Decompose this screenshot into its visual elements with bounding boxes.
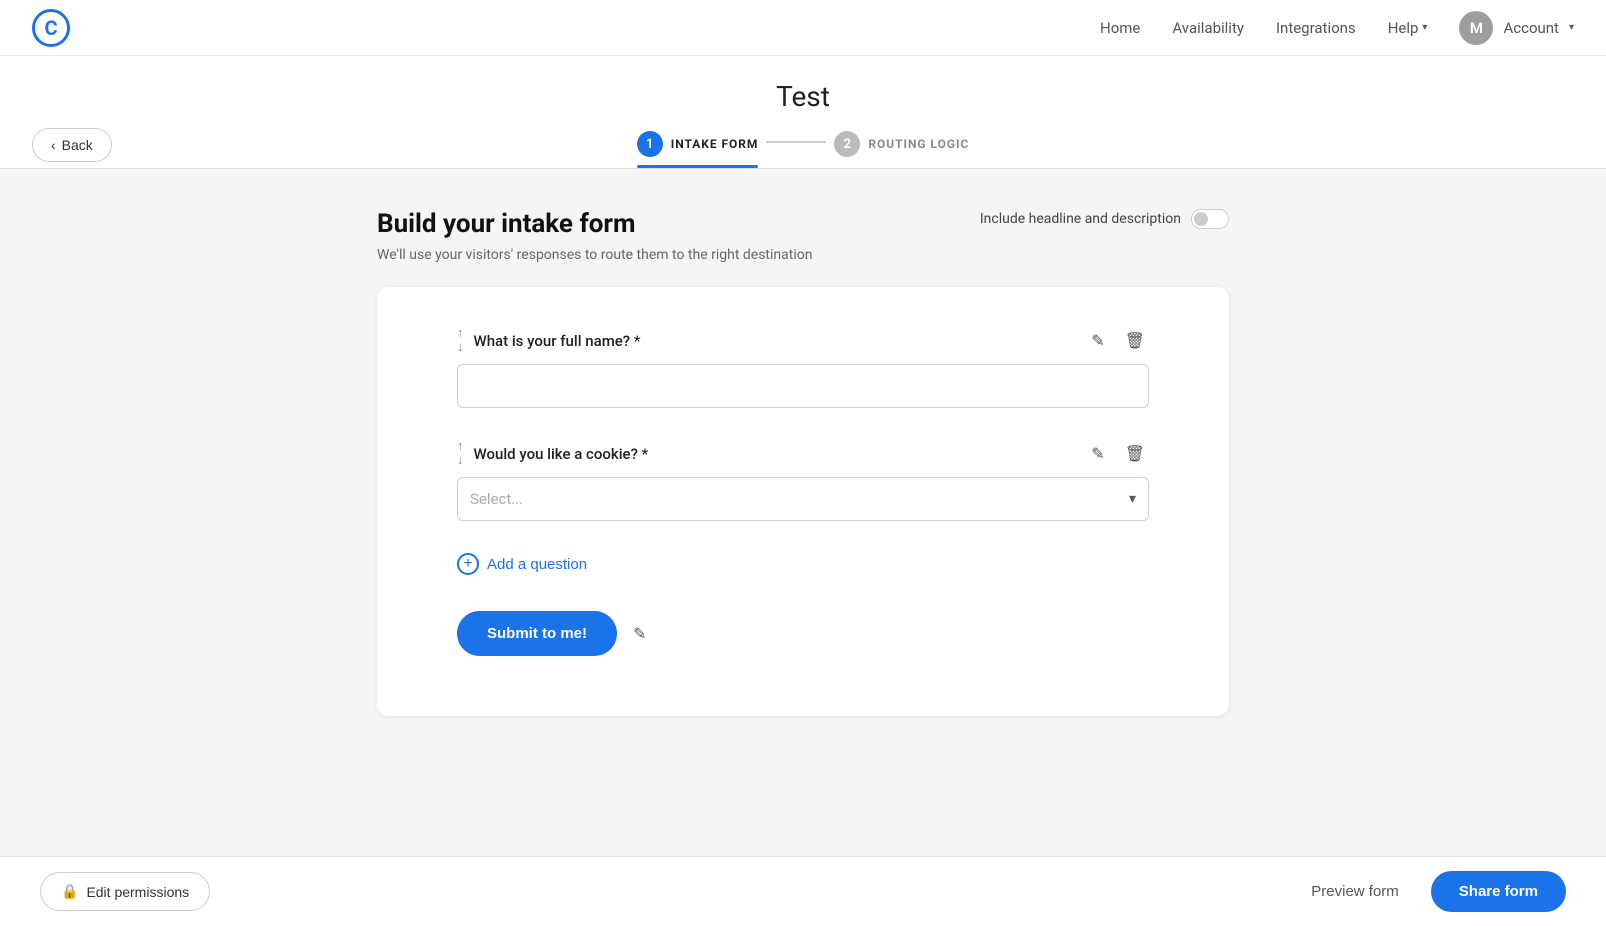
bottom-right-actions: Preview form Share form <box>1295 871 1566 912</box>
delete-question-2-button[interactable]: 🗑 <box>1121 442 1149 466</box>
step-1-underline <box>637 165 759 168</box>
navbar: C Home Availability Integrations Help ▾ … <box>0 0 1606 56</box>
page-title: Test <box>776 80 830 113</box>
step-2[interactable]: 2 ROUTING LOGIC <box>834 131 969 168</box>
submit-row: Submit to me! ✎ <box>457 611 1149 656</box>
edit-question-1-button[interactable]: ✎ <box>1087 329 1108 353</box>
required-star-1: * <box>630 332 640 350</box>
include-headline-toggle[interactable]: Include headline and description <box>980 209 1229 229</box>
content-area: Build your intake form We'll use your vi… <box>353 209 1253 716</box>
back-button[interactable]: ‹ Back <box>32 128 112 162</box>
step-2-bubble: 2 <box>834 131 860 157</box>
edit-question-2-button[interactable]: ✎ <box>1087 442 1108 466</box>
question-1-left: ↑ ↓ What is your full name? * <box>457 327 640 354</box>
step-connector <box>766 141 826 143</box>
required-star-2: * <box>638 445 648 463</box>
question-block-1: ↑ ↓ What is your full name? * ✎ 🗑 <box>457 327 1149 408</box>
step-1-bubble: 1 <box>637 131 663 157</box>
avatar: M <box>1459 11 1493 45</box>
help-dropdown-arrow: ▾ <box>1422 22 1427 33</box>
question-1-label: What is your full name? * <box>474 332 641 350</box>
question-2-actions: ✎ 🗑 <box>1087 442 1149 466</box>
account-section: M Account ▾ <box>1459 11 1574 45</box>
question-block-2: ↑ ↓ Would you like a cookie? * ✎ 🗑 Selec… <box>457 440 1149 521</box>
lock-icon: 🔒 <box>61 883 78 900</box>
section-header: Build your intake form We'll use your vi… <box>377 209 1229 263</box>
section-title: Build your intake form <box>377 209 812 239</box>
back-chevron-icon: ‹ <box>51 137 56 153</box>
account-label[interactable]: Account <box>1503 19 1559 37</box>
account-dropdown-arrow: ▾ <box>1569 22 1574 33</box>
edit-permissions-button[interactable]: 🔒 Edit permissions <box>40 872 210 911</box>
step-1[interactable]: 1 INTAKE FORM <box>637 131 759 168</box>
headline-toggle-switch[interactable] <box>1191 209 1229 229</box>
question-2-label: Would you like a cookie? * <box>474 445 649 463</box>
page-header: ‹ Back Test 1 INTAKE FORM <box>0 56 1606 169</box>
nav-availability[interactable]: Availability <box>1172 19 1244 37</box>
stepper: 1 INTAKE FORM 2 ROUTING LOGIC <box>637 131 970 168</box>
include-headline-label: Include headline and description <box>980 211 1181 227</box>
step-2-label: ROUTING LOGIC <box>868 137 969 151</box>
question-1-actions: ✎ 🗑 <box>1087 329 1149 353</box>
nav-integrations[interactable]: Integrations <box>1276 19 1356 37</box>
section-intro: Build your intake form We'll use your vi… <box>377 209 812 263</box>
drag-handle-2[interactable]: ↑ ↓ <box>457 440 464 467</box>
bottom-bar: 🔒 Edit permissions Preview form Share fo… <box>0 856 1606 926</box>
toggle-knob <box>1194 212 1208 226</box>
question-1-input[interactable] <box>457 364 1149 408</box>
delete-question-1-button[interactable]: 🗑 <box>1121 329 1149 353</box>
add-circle-icon: + <box>457 553 479 575</box>
nav-home[interactable]: Home <box>1100 19 1140 37</box>
preview-form-button[interactable]: Preview form <box>1295 873 1415 910</box>
section-subtitle: We'll use your visitors' responses to ro… <box>377 247 812 263</box>
drag-handle-1[interactable]: ↑ ↓ <box>457 327 464 354</box>
submit-button[interactable]: Submit to me! <box>457 611 617 656</box>
edit-submit-button[interactable]: ✎ <box>633 624 646 644</box>
question-2-left: ↑ ↓ Would you like a cookie? * <box>457 440 648 467</box>
add-question-button[interactable]: + Add a question <box>457 553 587 575</box>
select-placeholder: Select... <box>470 490 523 508</box>
page-header-wrapper: ‹ Back Test 1 INTAKE FORM <box>0 56 1606 169</box>
nav-help[interactable]: Help ▾ <box>1388 19 1428 37</box>
step-1-label: INTAKE FORM <box>671 137 759 151</box>
question-2-header: ↑ ↓ Would you like a cookie? * ✎ 🗑 <box>457 440 1149 467</box>
nav-links: Home Availability Integrations Help ▾ M … <box>1100 11 1574 45</box>
form-card: ↑ ↓ What is your full name? * ✎ 🗑 <box>377 287 1229 716</box>
question-1-header: ↑ ↓ What is your full name? * ✎ 🗑 <box>457 327 1149 354</box>
question-2-select[interactable]: Select... ▾ <box>457 477 1149 521</box>
logo-icon: C <box>32 9 70 47</box>
logo: C <box>32 9 70 47</box>
share-form-button[interactable]: Share form <box>1431 871 1566 912</box>
chevron-down-icon: ▾ <box>1129 491 1136 507</box>
